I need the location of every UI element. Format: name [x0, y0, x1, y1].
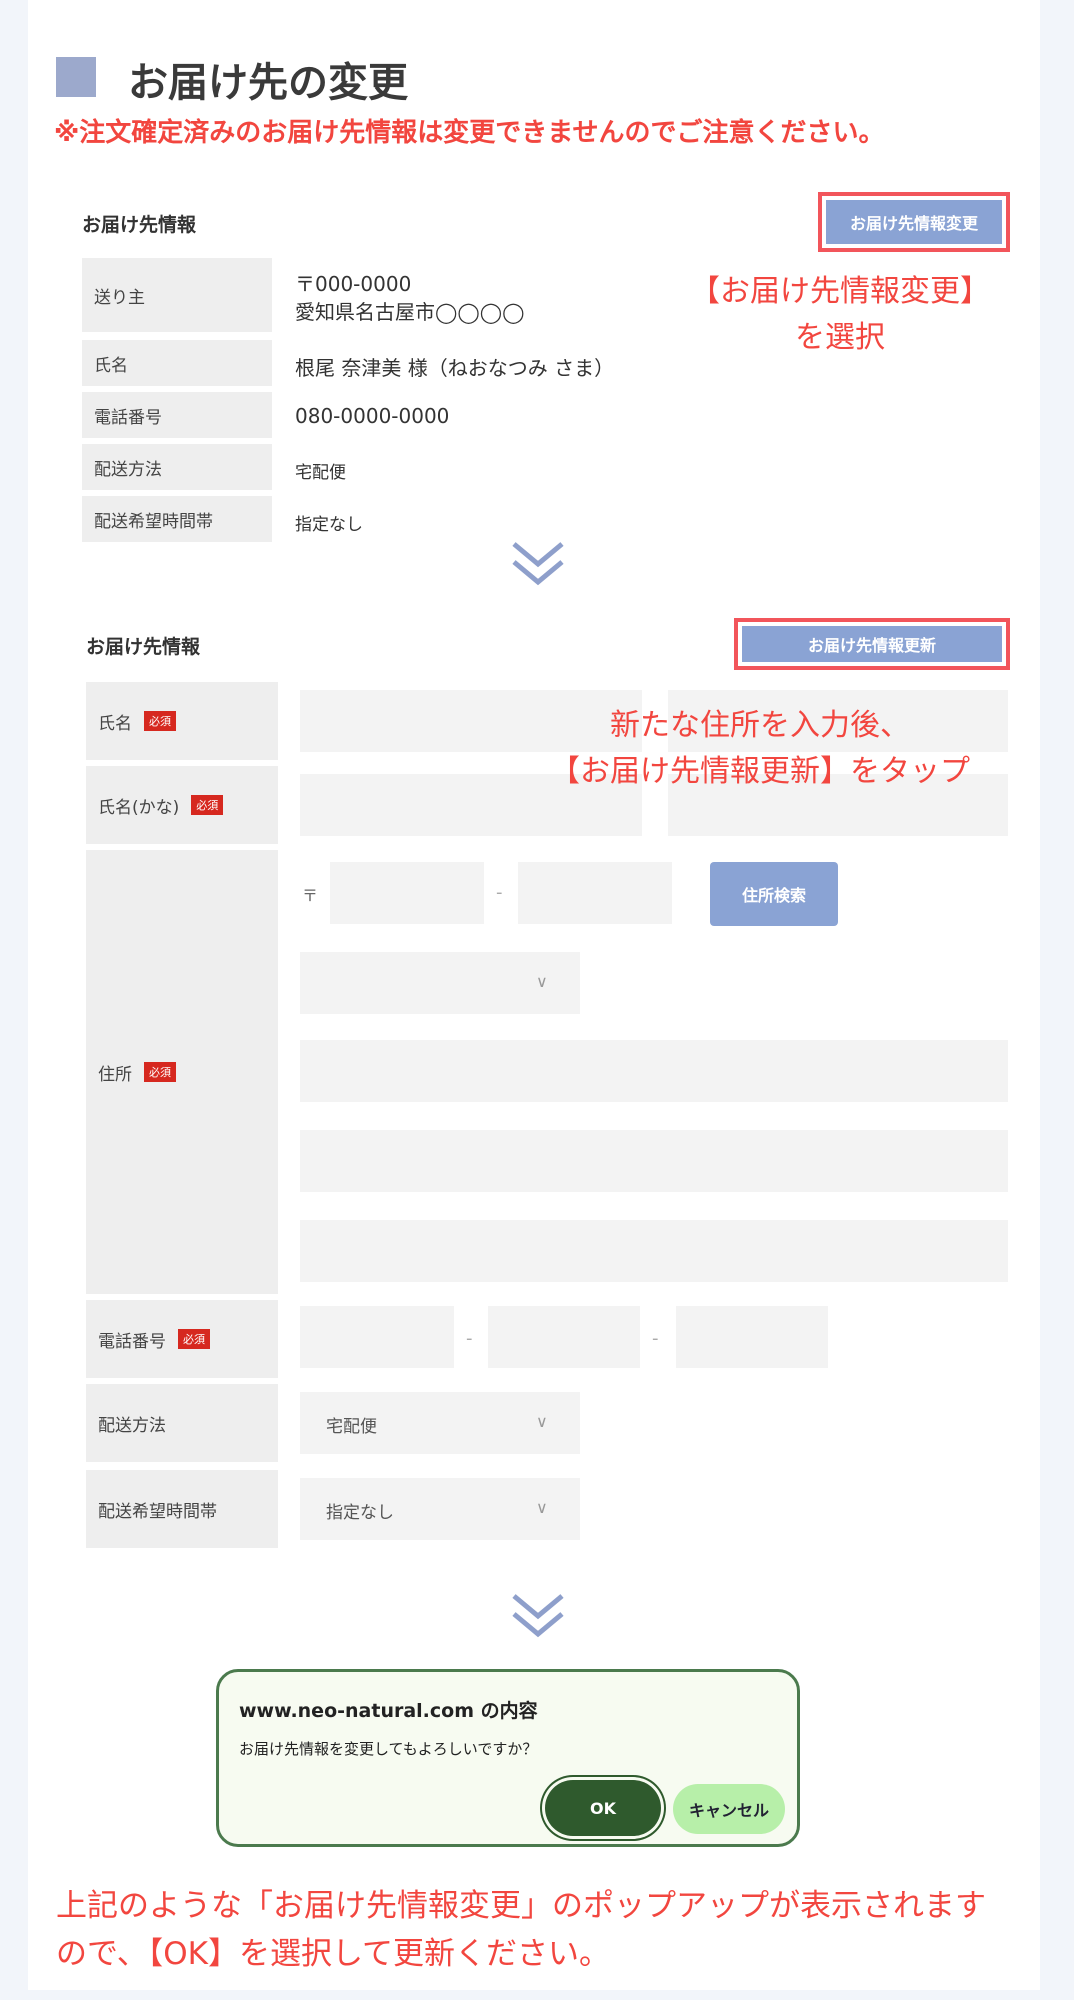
form-kana-label: 氏名(かな) 必須: [86, 766, 278, 844]
required-badge: 必須: [178, 1329, 210, 1349]
dialog-ok-button[interactable]: OK: [545, 1780, 661, 1836]
form-name-label: 氏名 必須: [86, 682, 278, 760]
form-phone-label-text: 電話番号: [98, 1331, 166, 1352]
phone-second-input[interactable]: [488, 1306, 640, 1368]
chevron-down-icon: ∨: [536, 1498, 548, 1517]
update-delivery-info-button[interactable]: お届け先情報更新: [742, 626, 1002, 662]
phone-third-input[interactable]: [676, 1306, 828, 1368]
dialog-message: お届け先情報を変更してもよろしいですか？: [239, 1740, 538, 1758]
name-value: 根尾 奈津美 様（ねおなつみ さま）: [295, 356, 615, 380]
delivery-time-selected: 指定なし: [326, 1503, 394, 1523]
address-city-input[interactable]: [300, 1040, 1008, 1102]
sender-address: 愛知県名古屋市◯◯◯◯: [295, 300, 525, 324]
address-building-input[interactable]: [300, 1220, 1008, 1282]
required-badge: 必須: [144, 711, 176, 731]
phone-value: 080-0000-0000: [295, 404, 450, 428]
sender-postal: 〒000-0000: [295, 272, 412, 296]
delivery-method-value: 宅配便: [295, 463, 346, 483]
postal-dash: -: [496, 882, 503, 903]
annotation-select-line2: を選択: [795, 320, 885, 355]
form-name-label-text: 氏名: [98, 713, 132, 734]
double-chevron-down-icon: [512, 1594, 564, 1638]
form-kana-label-text: 氏名(かな): [98, 797, 180, 818]
form-delivery-method-label: 配送方法: [86, 1384, 278, 1462]
delivery-method-label: 配送方法: [82, 444, 272, 490]
required-badge: 必須: [191, 795, 224, 815]
warning-text: ※注文確定済みのお届け先情報は変更できませんのでご注意ください。: [54, 118, 885, 148]
phone-label: 電話番号: [82, 392, 272, 438]
dialog-cancel-button[interactable]: キャンセル: [673, 1784, 785, 1834]
annotation-update-line2: 【お届け先情報更新】をタップ: [550, 754, 970, 789]
annotation-update-line1: 新たな住所を入力後、: [610, 708, 910, 743]
dialog-title: www.neo-natural.com の内容: [239, 1700, 538, 1722]
bottom-instruction: 上記のような「お届け先情報変更」のポップアップが表示されますので、【OK】を選択…: [56, 1888, 986, 1972]
form-address-label: 住所 必須: [86, 850, 278, 1294]
phone-first-input[interactable]: [300, 1306, 454, 1368]
form-phone-label: 電話番号 必須: [86, 1300, 278, 1378]
title-square-icon: [56, 57, 96, 97]
phone-dash-1: -: [466, 1328, 473, 1349]
section2-label: お届け先情報: [86, 636, 201, 658]
name-label: 氏名: [82, 340, 272, 386]
chevron-down-icon: ∨: [536, 972, 548, 991]
chevron-down-icon: ∨: [536, 1412, 548, 1431]
page-title: お届け先の変更: [128, 60, 408, 106]
postal-code-first-input[interactable]: [330, 862, 484, 924]
form-address-label-text: 住所: [98, 1064, 132, 1085]
postal-mark: 〒: [302, 886, 319, 905]
delivery-time-label: 配送希望時間帯: [82, 496, 272, 542]
change-delivery-info-button[interactable]: お届け先情報変更: [826, 200, 1002, 244]
phone-dash-2: -: [652, 1328, 659, 1349]
form-delivery-time-label: 配送希望時間帯: [86, 1470, 278, 1548]
sender-label: 送り主: [82, 258, 272, 332]
delivery-time-value: 指定なし: [295, 515, 363, 535]
address-search-button[interactable]: 住所検索: [710, 862, 838, 926]
postal-code-second-input[interactable]: [518, 862, 672, 924]
double-chevron-down-icon: [512, 542, 564, 586]
delivery-method-selected: 宅配便: [326, 1417, 377, 1437]
section1-label: お届け先情報: [82, 214, 197, 236]
annotation-select-line1: 【お届け先情報変更】: [690, 274, 990, 309]
required-badge: 必須: [144, 1062, 176, 1082]
address-street-input[interactable]: [300, 1130, 1008, 1192]
confirm-dialog: www.neo-natural.com の内容 お届け先情報を変更してもよろしい…: [216, 1669, 800, 1847]
